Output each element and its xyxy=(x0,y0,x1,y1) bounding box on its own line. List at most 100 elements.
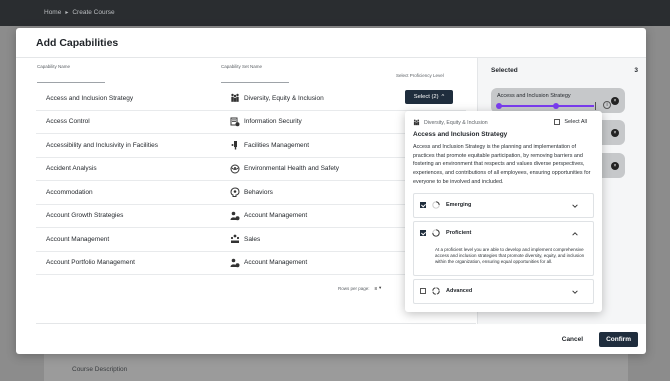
checkbox-icon[interactable] xyxy=(420,202,426,208)
slider-dot[interactable] xyxy=(552,103,559,109)
confirm-button[interactable]: Confirm xyxy=(599,332,638,347)
capability-table: Access and Inclusion Strategy Diversity,… xyxy=(36,87,466,275)
table-row[interactable]: Account Portfolio Management Account Man… xyxy=(36,252,466,275)
capability-set: Sales xyxy=(230,234,260,244)
capability-set-name: Environmental Health and Safety xyxy=(244,165,340,173)
people-icon xyxy=(231,94,239,103)
capability-set-name: Diversity, Equity & Inclusion xyxy=(244,94,324,102)
level-item-advanced[interactable]: Advanced xyxy=(413,279,594,304)
capability-set: Environmental Health and Safety xyxy=(230,164,339,174)
capability-set-name: Account Management xyxy=(244,212,308,220)
course-form-card xyxy=(44,352,628,381)
capability-set: Account Management xyxy=(230,258,307,268)
capability-set-name-label: Capability Set Name xyxy=(221,64,263,69)
dropdown-set-label: Diversity, Equity & Inclusion xyxy=(424,119,488,126)
level-item-proficient[interactable]: Proficient At a proficient level you are… xyxy=(413,221,594,276)
emerging-level-icon xyxy=(432,201,440,209)
dropdown-description: Access and Inclusion Strategy is the pla… xyxy=(413,144,591,185)
chip-label: Access and Inclusion Strategy xyxy=(497,93,571,99)
capability-set-name: Sales xyxy=(244,235,261,243)
capability-set-name: Information Security xyxy=(244,118,302,126)
pagination: Rows per page: 8 ▾ xyxy=(338,285,381,291)
selected-count: 3 xyxy=(634,67,638,74)
info-icon[interactable]: i xyxy=(603,101,611,109)
chevron-down-icon[interactable] xyxy=(571,202,579,210)
table-row[interactable]: Access and Inclusion Strategy Diversity,… xyxy=(36,87,466,111)
select-all-label: Select All xyxy=(564,119,587,125)
select-all-checkbox[interactable]: Select All xyxy=(554,119,587,125)
chevron-down-icon[interactable] xyxy=(571,288,579,296)
capability-set: Information Security xyxy=(230,117,302,127)
people-icon xyxy=(413,119,420,126)
table-row[interactable]: Accident Analysis Environmental Health a… xyxy=(36,158,466,181)
proficiency-level-label: Select Proficiency Level xyxy=(396,73,444,78)
breadcrumb: Home ▸ Create Course xyxy=(44,9,115,16)
table-row[interactable]: Access Control Information Security xyxy=(36,111,466,134)
capability-set: Behaviors xyxy=(230,187,273,198)
capability-set-name-input[interactable] xyxy=(221,82,289,83)
remove-icon[interactable]: × xyxy=(611,96,619,105)
table-row[interactable]: Accommodation Behaviors xyxy=(36,181,466,205)
advanced-level-icon xyxy=(432,287,440,295)
table-row[interactable]: Accessibility and Inclusivity in Facilit… xyxy=(36,134,466,158)
checkbox-icon[interactable] xyxy=(554,119,561,125)
facilities-icon xyxy=(231,141,237,150)
capability-name-label: Capability Name xyxy=(37,64,71,69)
checkbox-icon[interactable] xyxy=(420,288,426,294)
globe-icon xyxy=(230,164,240,174)
level-description: At a proficient level you are able to de… xyxy=(435,247,585,264)
account-icon xyxy=(230,211,240,220)
caret-down-icon: ▾ xyxy=(379,285,382,290)
proficient-level-icon xyxy=(432,229,440,237)
select-proficiency-button[interactable]: Select (2) ^ xyxy=(405,90,453,104)
capability-set: Diversity, Equity & Inclusion xyxy=(230,93,324,103)
slider-dot[interactable] xyxy=(496,103,502,109)
security-icon xyxy=(230,117,240,126)
level-name: Proficient xyxy=(446,230,472,236)
capability-name: Accommodation xyxy=(46,188,93,196)
remove-icon[interactable]: × xyxy=(611,128,619,137)
capability-set: Account Management xyxy=(230,211,307,221)
proficiency-slider[interactable] xyxy=(496,102,596,110)
top-bar: Home ▸ Create Course xyxy=(0,0,670,26)
table-row[interactable]: Account Management Sales xyxy=(36,228,466,252)
rows-per-page-select[interactable]: 8 ▾ xyxy=(375,285,382,291)
rows-per-page-label: Rows per page: xyxy=(338,285,370,291)
capability-name-input[interactable] xyxy=(37,82,105,83)
capability-name: Access Control xyxy=(46,118,90,126)
level-header: Advanced xyxy=(420,287,472,295)
slider-end xyxy=(595,102,596,110)
capability-name: Account Management xyxy=(46,235,110,243)
brain-icon xyxy=(230,187,240,198)
capability-name: Account Growth Strategies xyxy=(46,212,124,220)
account-icon xyxy=(230,258,240,267)
capability-name: Access and Inclusion Strategy xyxy=(46,94,134,102)
level-header: Proficient xyxy=(420,229,471,237)
modal-title: Add Capabilities xyxy=(36,37,119,49)
capability-set-name: Account Management xyxy=(244,259,308,267)
checkbox-icon[interactable] xyxy=(420,230,426,236)
capability-name: Accident Analysis xyxy=(46,165,97,173)
rows-per-page-value: 8 xyxy=(374,285,378,291)
breadcrumb-home[interactable]: Home xyxy=(44,9,61,16)
select-button-label: Select (2) xyxy=(413,94,439,100)
capability-set-name: Behaviors xyxy=(244,188,273,196)
capability-name: Accessibility and Inclusivity in Facilit… xyxy=(46,141,158,149)
level-name: Emerging xyxy=(446,202,472,208)
modal-footer: Cancel Confirm xyxy=(556,332,638,347)
sales-icon xyxy=(230,234,240,244)
table-row[interactable]: Account Growth Strategies Account Manage… xyxy=(36,205,466,228)
capability-name: Account Portfolio Management xyxy=(46,259,135,267)
proficiency-dropdown: Diversity, Equity & Inclusion Select All… xyxy=(405,111,602,312)
dropdown-set: Diversity, Equity & Inclusion xyxy=(413,119,488,126)
cancel-button[interactable]: Cancel xyxy=(556,333,589,346)
capability-set-name: Facilities Management xyxy=(244,141,310,149)
course-description-label: Course Description xyxy=(72,366,128,373)
level-item-emerging[interactable]: Emerging xyxy=(413,193,594,218)
selected-chip[interactable]: Access and Inclusion Strategy i × xyxy=(491,88,625,113)
chevron-up-icon[interactable] xyxy=(571,230,579,238)
capability-set: Facilities Management xyxy=(230,140,309,150)
chevron-up-icon: ^ xyxy=(441,94,445,100)
remove-icon[interactable]: × xyxy=(611,161,619,170)
breadcrumb-current: Create Course xyxy=(72,9,115,16)
